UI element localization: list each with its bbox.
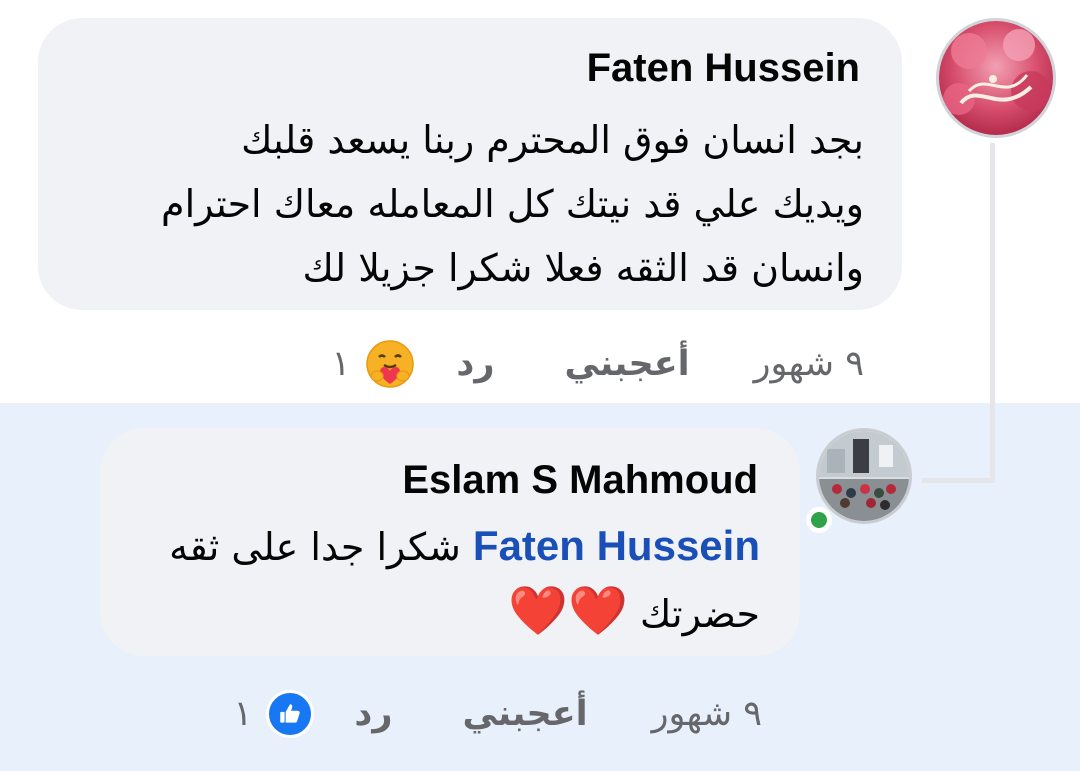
avatar-image [939, 21, 1053, 135]
comment-author-name[interactable]: Eslam S Mahmoud [402, 458, 758, 503]
thread-connector-line [990, 143, 995, 483]
comment-timestamp[interactable]: ٩ شهور [652, 694, 762, 734]
comment-text-segment: حضرتك [639, 592, 760, 636]
heart-emoji: ❤️❤️ [508, 583, 628, 639]
avatar-eslam-s-mahmoud[interactable] [816, 428, 912, 524]
comment-text-segment: شكرا جدا على ثقه [169, 525, 461, 569]
mention-link[interactable]: Faten Hussein [473, 522, 760, 569]
reply-button[interactable]: رد [456, 344, 494, 384]
like-button[interactable]: أعجبني [564, 344, 689, 384]
comment-author-name[interactable]: Faten Hussein [587, 46, 860, 91]
care-reaction-icon[interactable] [364, 338, 416, 390]
reaction-count[interactable]: ١ [234, 694, 253, 734]
thread-connector-branch [922, 478, 995, 483]
reply-bubble: Eslam S Mahmoud Faten Hussein شكرا جدا ع… [100, 428, 800, 656]
reply-button[interactable]: رد [354, 694, 392, 734]
comment-text-line: بجد انسان فوق المحترم ربنا يسعد قلبك [241, 118, 864, 162]
thumbs-up-icon [280, 704, 301, 723]
comment-text-line: وانسان قد الثقه فعلا شكرا جزيلا لك [302, 246, 864, 290]
comment-timestamp[interactable]: ٩ شهور [754, 344, 864, 384]
comment-actions-bar: ٩ شهور أعجبني رد ١ [332, 334, 864, 394]
like-button[interactable]: أعجبني [462, 694, 587, 734]
avatar-image [819, 431, 909, 521]
reaction-count[interactable]: ١ [332, 344, 351, 384]
comment-text-line: ويديك علي قد نيتك كل المعامله معاك احترا… [161, 182, 864, 226]
comment-text-line: Faten Hussein شكرا جدا على ثقه [169, 514, 760, 579]
online-status-indicator [806, 507, 832, 533]
comment-actions-bar: ٩ شهور أعجبني رد ١ [234, 684, 762, 744]
comment-text-line: حضرتك ❤️❤️ [169, 579, 760, 646]
comment-bubble: Faten Hussein بجد انسان فوق المحترم ربنا… [38, 18, 902, 310]
comment-text: بجد انسان فوق المحترم ربنا يسعد قلبك ويد… [161, 108, 864, 300]
avatar-faten-hussein[interactable] [936, 18, 1056, 138]
comment-text: Faten Hussein شكرا جدا على ثقه حضرتك ❤️❤… [169, 514, 760, 646]
like-reaction-icon[interactable] [266, 690, 315, 738]
